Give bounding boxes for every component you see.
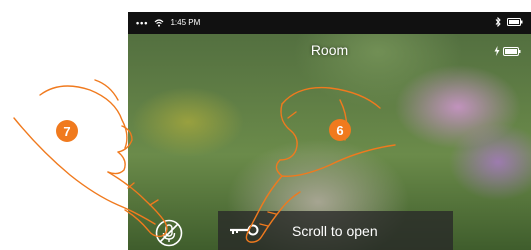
scroll-to-open-slider[interactable]: Scroll to open bbox=[218, 211, 453, 250]
room-title: Room bbox=[310, 42, 349, 58]
battery-level-icon bbox=[503, 46, 521, 56]
camera-status bbox=[494, 46, 521, 56]
charging-icon bbox=[494, 46, 500, 56]
bluetooth-icon bbox=[495, 17, 501, 27]
status-time: 1:45 PM bbox=[170, 18, 201, 27]
key-icon[interactable] bbox=[228, 223, 260, 237]
battery-icon bbox=[507, 18, 523, 26]
scroll-to-open-label: Scroll to open bbox=[292, 223, 378, 239]
status-bar: ••• 1:45 PM bbox=[128, 12, 531, 34]
callout-badge-7: 7 bbox=[56, 120, 78, 142]
signal-icon: ••• bbox=[136, 17, 149, 28]
callout-badge-6: 6 bbox=[329, 119, 351, 141]
mute-microphone-icon bbox=[155, 219, 183, 247]
mute-microphone-button[interactable] bbox=[154, 218, 184, 248]
wifi-icon bbox=[155, 18, 164, 27]
